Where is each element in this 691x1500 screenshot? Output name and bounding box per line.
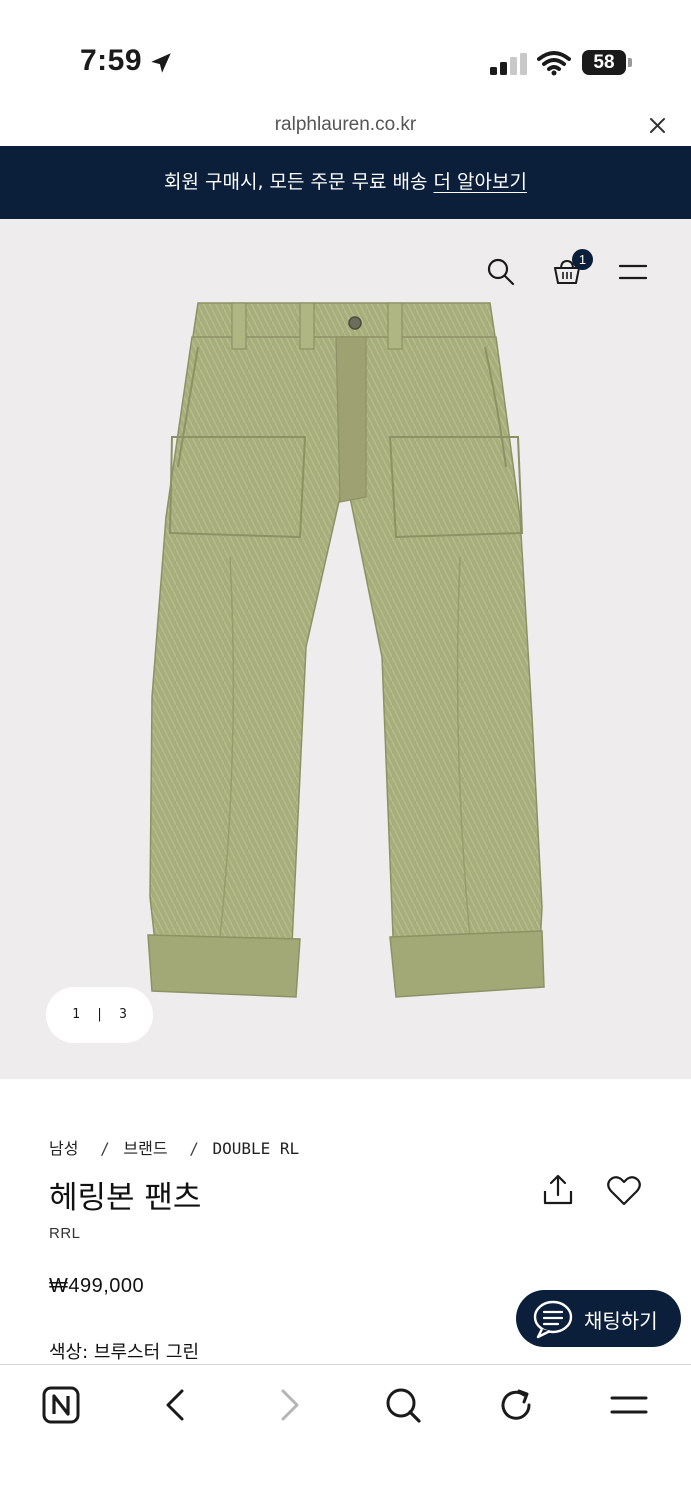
product-info: 남성 / 브랜드 / DOUBLE RL 헤링본 팬츠 RRL ₩499,000… — [0, 1079, 691, 1364]
back-icon[interactable] — [162, 1385, 188, 1425]
status-time: 7:59 — [80, 44, 143, 77]
share-icon[interactable] — [541, 1173, 575, 1207]
search-icon[interactable] — [486, 257, 516, 287]
product-title: 헤링본 팬츠 — [49, 1180, 202, 1216]
cellular-signal-icon — [490, 53, 527, 75]
battery-tip — [628, 58, 632, 67]
breadcrumb-item-double-rl[interactable]: DOUBLE RL — [212, 1139, 299, 1158]
wifi-icon — [537, 51, 571, 76]
chat-label: 채팅하기 — [584, 1309, 658, 1333]
close-icon[interactable] — [649, 117, 666, 134]
cart-count-badge: 1 — [572, 249, 593, 270]
url-bar[interactable]: ralphlauren.co.kr — [0, 100, 691, 146]
product-price: ₩499,000 — [49, 1275, 145, 1297]
forward-icon[interactable] — [277, 1385, 303, 1425]
breadcrumb-separator: / — [100, 1139, 110, 1158]
breadcrumb-separator: / — [189, 1139, 199, 1158]
status-bar: 7:59 58 — [0, 0, 691, 100]
gallery-pager: 1 | 3 — [46, 987, 153, 1043]
pager-total: 3 — [119, 1007, 127, 1022]
breadcrumb-item-brand[interactable]: 브랜드 — [123, 1139, 167, 1158]
breadcrumb-item-men[interactable]: 남성 — [49, 1139, 78, 1158]
location-arrow-icon — [151, 53, 171, 73]
search-icon[interactable] — [383, 1385, 423, 1425]
heart-icon[interactable] — [606, 1175, 642, 1207]
reload-icon[interactable] — [497, 1385, 537, 1425]
promo-learn-more-link[interactable]: 더 알아보기 — [434, 171, 527, 193]
breadcrumb: 남성 / 브랜드 / DOUBLE RL — [49, 1135, 303, 1159]
chat-button[interactable]: 채팅하기 — [516, 1290, 681, 1347]
promo-banner: 회원 구매시, 모든 주문 무료 배송 더 알아보기 — [0, 146, 691, 219]
product-brand: RRL — [49, 1225, 81, 1242]
menu-icon[interactable] — [619, 263, 647, 281]
color-value: 브루스터 그린 — [93, 1342, 200, 1363]
chat-bubble-icon — [533, 1300, 573, 1339]
menu-icon[interactable] — [609, 1385, 649, 1425]
pager-current: 1 — [72, 1007, 80, 1022]
url-text[interactable]: ralphlauren.co.kr — [0, 114, 691, 136]
pager-separator: | — [95, 1007, 104, 1022]
product-gallery[interactable]: 1 | 3 — [0, 219, 691, 1079]
promo-text: 회원 구매시, 모든 주문 무료 배송 — [164, 171, 428, 193]
product-image-pants[interactable] — [140, 297, 550, 1002]
color-selector: 색상: 브루스터 그린 — [49, 1338, 199, 1364]
browser-toolbar — [0, 1364, 691, 1500]
color-label: 색상: — [49, 1342, 89, 1363]
battery-icon: 58 — [582, 50, 626, 75]
naver-home-icon[interactable] — [41, 1385, 81, 1425]
